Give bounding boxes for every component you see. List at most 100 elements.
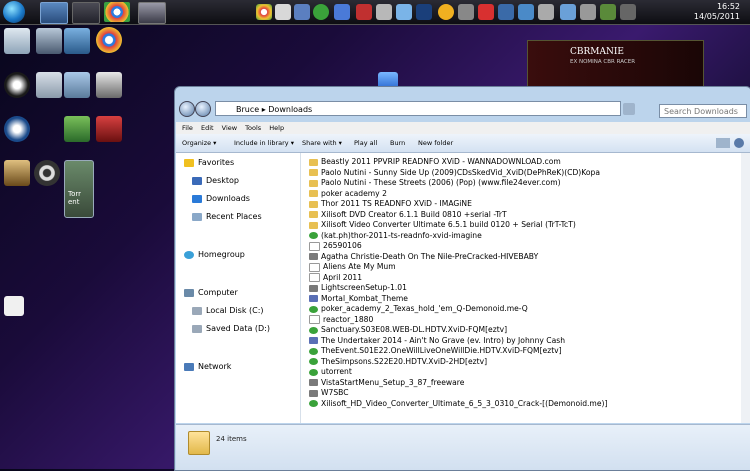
taskbar-app-media[interactable] [72, 2, 100, 24]
file-row[interactable]: TheEvent.S01E22.OneWillLiveOneWillDie.HD… [309, 346, 562, 356]
file-name: Mortal_Kombat_Theme [321, 293, 408, 303]
nav-desktop[interactable]: Desktop [192, 175, 239, 187]
desktop-app-icon-8[interactable] [4, 160, 30, 186]
desktop-app-icon-6[interactable] [64, 116, 90, 142]
tray-app-icon-10[interactable] [538, 4, 554, 20]
tray-app-icon-5[interactable] [376, 4, 392, 20]
start-orb-icon[interactable] [3, 1, 25, 23]
taskbar-app-explorer[interactable] [40, 2, 68, 24]
search-input[interactable]: Search Downloads [659, 104, 747, 118]
tray-app-icon-3[interactable] [334, 4, 350, 20]
desktop-app-icon-1[interactable] [4, 72, 30, 98]
forward-button[interactable] [195, 101, 211, 117]
film-reel-icon[interactable] [34, 160, 60, 186]
share-with-button[interactable]: Share with ▾ [302, 134, 342, 152]
tray-app-icon-9[interactable] [518, 4, 534, 20]
file-row[interactable]: Xilisoft DVD Creator 6.1.1 Build 0810 +s… [309, 210, 507, 220]
file-row[interactable]: The Undertaker 2014 - Ain't No Grave (ev… [309, 336, 565, 346]
clock[interactable]: 16:52 14/05/2011 [694, 2, 740, 22]
include-in-library-button[interactable]: Include in library ▾ [234, 134, 294, 152]
view-options-icon[interactable] [716, 138, 730, 148]
nav-recent-label: Recent Places [206, 212, 262, 221]
nav-favorites[interactable]: Favorites [184, 157, 234, 169]
menu-view[interactable]: View [222, 124, 237, 132]
file-row[interactable]: reactor_1880 [309, 315, 373, 325]
torrent-icon [309, 368, 318, 376]
file-row[interactable]: utorrent [309, 367, 352, 377]
menu-tools[interactable]: Tools [245, 124, 261, 132]
tray-app-icon-7[interactable] [458, 4, 474, 20]
file-row[interactable]: Mortal_Kombat_Theme [309, 294, 408, 304]
tray-app-icon-11[interactable] [600, 4, 616, 20]
file-row[interactable]: LightscreenSetup-1.01 [309, 283, 407, 293]
desktop-app-icon-7[interactable] [96, 116, 122, 142]
file-row[interactable]: Thor 2011 TS READNFO XViD - IMAGiNE [309, 199, 472, 209]
chrome-icon[interactable] [96, 27, 122, 53]
menu-edit[interactable]: Edit [201, 124, 214, 132]
nav-homegroup[interactable]: Homegroup [184, 249, 245, 261]
tray-app-icon-12[interactable] [620, 4, 636, 20]
tray-photoshop-icon[interactable] [416, 4, 432, 20]
network-icon[interactable] [64, 28, 90, 54]
file-row[interactable]: poker_academy_2_Texas_hold_'em_Q-Demonoi… [309, 304, 528, 314]
nav-saved-data[interactable]: Saved Data (D:) [192, 323, 270, 335]
burn-button[interactable]: Burn [390, 134, 405, 152]
file-row[interactable]: W7SBC [309, 388, 349, 398]
nav-local-disk[interactable]: Local Disk (C:) [192, 305, 264, 317]
taskbar-app-tools[interactable] [138, 2, 166, 24]
recycle-bin-icon[interactable] [4, 28, 30, 54]
file-row[interactable]: VistaStartMenu_Setup_3_87_freeware [309, 378, 464, 388]
file-row[interactable]: Beastly 2011 PPVRIP READNFO XViD - WANNA… [309, 157, 561, 167]
file-row[interactable]: poker academy 2 [309, 189, 387, 199]
desktop-app-icon-5[interactable] [4, 116, 30, 142]
help-icon[interactable] [734, 138, 744, 148]
file-row[interactable]: Xilisoft_HD_Video_Converter_Ultimate_6_5… [309, 399, 607, 409]
tray-sun-icon[interactable] [438, 4, 454, 20]
tray-app-icon-2[interactable] [294, 4, 310, 20]
desktop-app-icon-3[interactable] [64, 72, 90, 98]
desktop-app-icon-2[interactable] [36, 72, 62, 98]
desktop-app-icon-9[interactable] [4, 296, 24, 316]
play-all-button[interactable]: Play all [354, 134, 377, 152]
tray-chrome-icon[interactable] [256, 4, 272, 20]
tray-gmail-icon[interactable] [478, 4, 494, 20]
nav-network[interactable]: Network [184, 361, 231, 373]
refresh-icon[interactable] [623, 103, 635, 115]
file-row[interactable]: (kat.ph)thor-2011-ts-readnfo-xvid-imagin… [309, 231, 482, 241]
desktop-app-icon-4[interactable] [96, 72, 122, 98]
nav-downloads[interactable]: Downloads [192, 193, 250, 205]
tray-volume-icon[interactable] [580, 4, 596, 20]
file-row[interactable]: Aliens Ate My Mum [309, 262, 396, 272]
file-row[interactable]: Xilisoft Video Converter Ultimate 6.5.1 … [309, 220, 576, 230]
new-folder-button[interactable]: New folder [418, 134, 453, 152]
downloads-icon [192, 194, 202, 203]
nav-computer[interactable]: Computer [184, 287, 238, 299]
tray-app-icon-6[interactable] [396, 4, 412, 20]
file-row[interactable]: Paolo Nutini - These Streets (2006) (Pop… [309, 178, 561, 188]
file-name: poker_academy_2_Texas_hold_'em_Q-Demonoi… [321, 304, 528, 313]
file-row[interactable]: TheSimpsons.S22E20.HDTV.XviD-2HD[eztv] [309, 357, 487, 367]
nav-favorites-label: Favorites [198, 158, 235, 167]
file-row[interactable]: Sanctuary.S03E08.WEB-DL.HDTV.XviD-FQM[ez… [309, 325, 507, 335]
computer-icon[interactable] [36, 28, 62, 54]
tray-app-icon-8[interactable] [498, 4, 514, 20]
file-row[interactable]: April 2011 [309, 273, 362, 283]
back-button[interactable] [179, 101, 195, 117]
star-icon [184, 158, 194, 167]
file-row[interactable]: 26590106 [309, 241, 362, 251]
organize-button[interactable]: Organize ▾ [182, 134, 216, 152]
taskbar-app-chrome[interactable] [104, 2, 130, 22]
menu-help[interactable]: Help [269, 124, 284, 132]
tray-utorrent-icon[interactable] [313, 4, 329, 20]
tray-network-icon[interactable] [560, 4, 576, 20]
nav-recent-places[interactable]: Recent Places [192, 211, 262, 223]
address-bar[interactable]: Bruce ▸ Downloads [215, 101, 621, 116]
menu-file[interactable]: File [182, 124, 193, 132]
tray-app-icon-4[interactable] [356, 4, 372, 20]
scrollbar[interactable] [741, 153, 750, 423]
utorrent-icon[interactable] [64, 160, 94, 218]
file-row[interactable]: Agatha Christie-Death On The Nile-PreCra… [309, 252, 538, 262]
file-row[interactable]: Paolo Nutini - Sunny Side Up (2009)CDsSk… [309, 168, 600, 178]
tray-app-icon-1[interactable] [275, 4, 291, 20]
folder-icon [309, 221, 318, 229]
